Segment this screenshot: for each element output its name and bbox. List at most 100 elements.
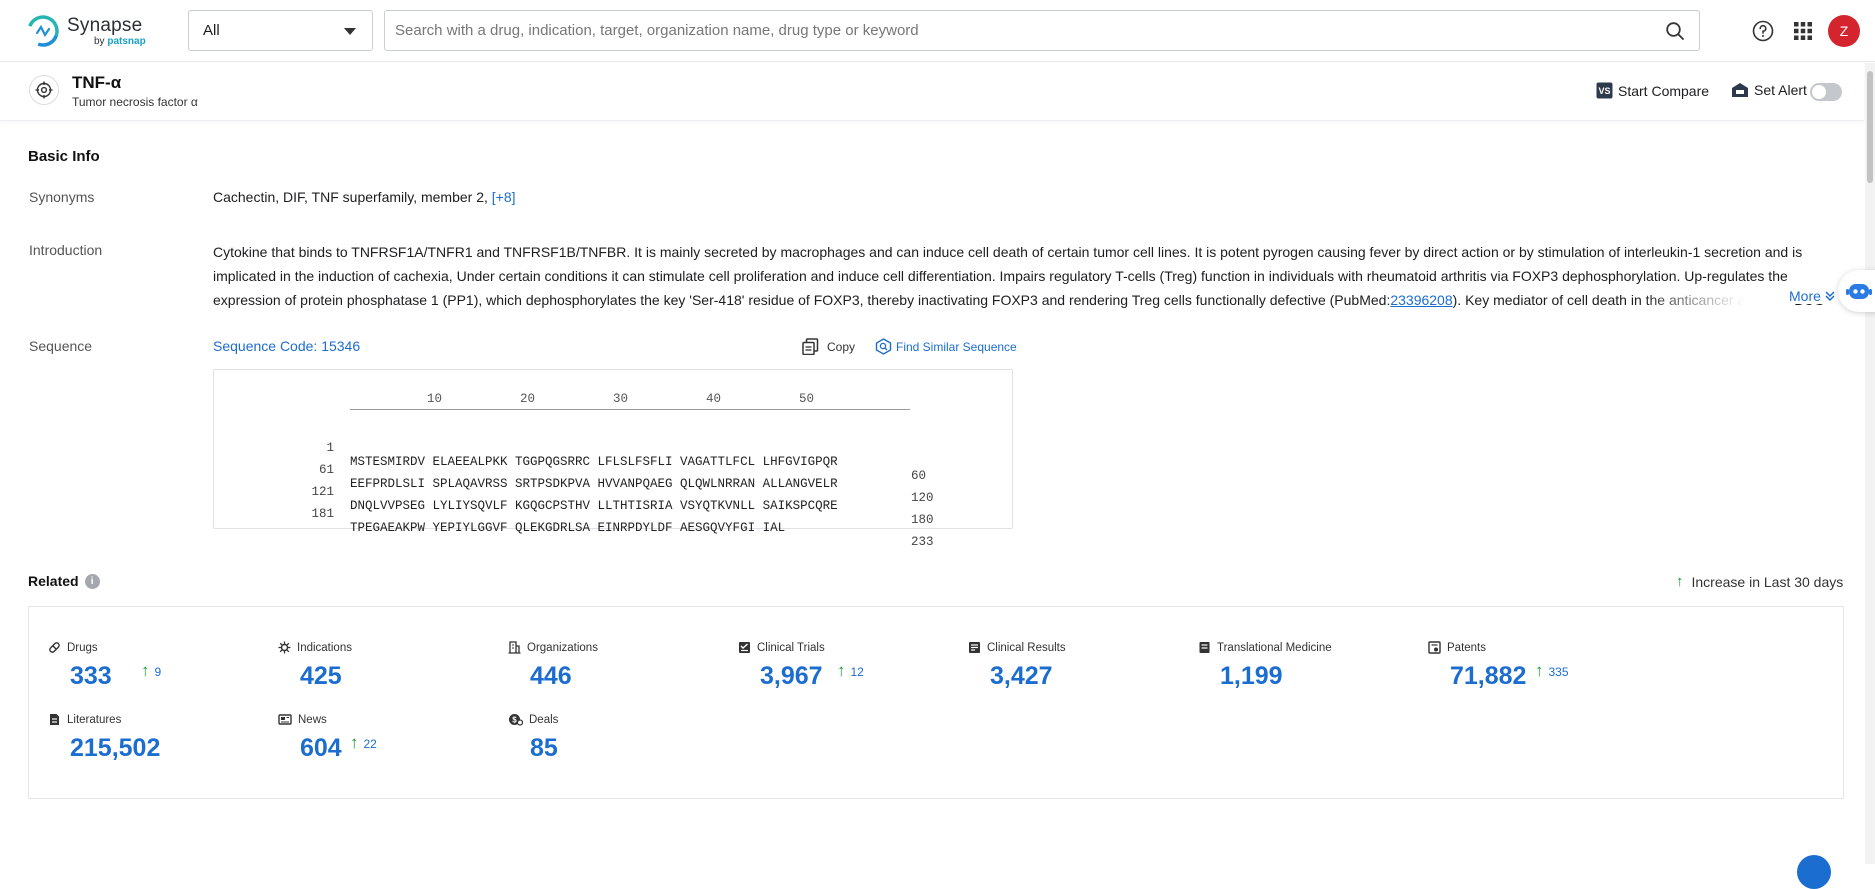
similar-sequence-icon (875, 338, 892, 355)
virus-icon (278, 641, 291, 654)
stat-literatures[interactable]: Literatures 215,502 (48, 713, 268, 773)
arrow-up-icon: ↑ (350, 733, 359, 752)
stat-drugs[interactable]: Drugs 333 ↑9 (48, 641, 268, 701)
robot-icon (1846, 280, 1872, 302)
stat-increase-value: 9 (155, 665, 162, 679)
copy-label: Copy (827, 340, 855, 354)
search-scope-value: All (203, 22, 220, 39)
ruler-tick: 20 (520, 392, 535, 406)
sequence-label: Sequence (29, 338, 92, 354)
find-similar-sequence-button[interactable]: Find Similar Sequence (875, 338, 1017, 355)
search-scope-select[interactable]: All (188, 10, 373, 51)
copy-sequence-button[interactable]: Copy (802, 338, 855, 355)
entity-header: TNF-α Tumor necrosis factor α VS Start C… (0, 63, 1864, 121)
related-title-text: Related (28, 573, 79, 589)
sequence-row: 1 MSTESMIRDV ELAEEALPKK TGGPQGSRRC LFLSL… (214, 427, 244, 447)
news-icon (278, 713, 292, 726)
help-icon[interactable] (1752, 20, 1774, 42)
stat-increase: ↑ 22 (350, 733, 377, 753)
arrow-up-icon: ↑ (141, 661, 150, 680)
stat-deals[interactable]: $Deals 85 (508, 713, 728, 773)
svg-text:VS: VS (1598, 86, 1610, 96)
basic-info-title: Basic Info (28, 148, 100, 165)
ruler-tick: 10 (427, 392, 442, 406)
stat-translational-medicine[interactable]: Translational Medicine 1,199 (1198, 641, 1418, 701)
sequence-residues: DNQLVVPSEG LYLIYSQVLF KGQGCPSTHV LLTHTIS… (350, 499, 838, 513)
stat-value: 425 (300, 662, 342, 691)
ruler-tick: 50 (799, 392, 814, 406)
stat-patents[interactable]: Patents 71,882 ↑335 (1428, 641, 1648, 701)
book-icon (1198, 641, 1211, 654)
sequence-end: 233 (911, 535, 934, 549)
stat-value: 1,199 (1220, 662, 1283, 691)
related-stats-panel: Drugs 333 ↑9 Indications 425 Organizatio… (28, 606, 1844, 799)
brand-patsnap: patsnap (107, 36, 145, 47)
find-similar-label: Find Similar Sequence (896, 340, 1017, 354)
brand-by-text: by (94, 36, 105, 47)
set-alert-button[interactable]: Set Alert (1731, 82, 1807, 98)
building-icon (508, 641, 521, 654)
apps-grid-icon[interactable] (1793, 21, 1813, 41)
stat-increase-value: 22 (364, 737, 377, 751)
start-compare-button[interactable]: VS Start Compare (1596, 82, 1709, 99)
copy-icon (802, 338, 819, 355)
pubmed-link[interactable]: 23396208 (1390, 292, 1452, 308)
synonyms-label: Synonyms (29, 189, 94, 205)
stat-clinical-trials[interactable]: Clinical Trials 3,967 ↑12 (738, 641, 958, 701)
related-title: Related i (28, 573, 100, 589)
entity-title: TNF-α (72, 73, 121, 93)
floating-action-button[interactable] (1797, 855, 1831, 889)
top-navigation-bar: Synapse by patsnap All Z (0, 0, 1875, 62)
stat-label: Patents (1447, 642, 1486, 654)
stat-increase: ↑12 (837, 661, 864, 681)
synapse-logo[interactable]: Synapse by patsnap (26, 14, 146, 48)
stat-increase: ↑9 (141, 661, 161, 681)
synonyms-more-link[interactable]: [+8] (492, 189, 516, 205)
sequence-code-link[interactable]: Sequence Code: 15346 (213, 338, 360, 354)
sequence-residues: EEFPRDLSLI SPLAQAVRSS SRTPSDKPVA HVVANPQ… (350, 477, 838, 491)
stat-increase: ↑335 (1535, 661, 1569, 681)
vertical-scrollbar[interactable] (1865, 63, 1875, 864)
search-icon[interactable] (1665, 21, 1685, 41)
sequence-viewer: 10 20 30 40 50 1 MSTESMIRDV ELAEEALPKK T… (213, 369, 1013, 529)
stat-label: Clinical Trials (757, 642, 825, 654)
search-input[interactable] (385, 11, 1625, 50)
stat-value: 3,967 (760, 662, 823, 691)
arrow-up-icon: ↑ (837, 661, 846, 680)
chevron-double-down-icon (1824, 290, 1836, 302)
alert-toggle[interactable] (1810, 83, 1842, 101)
info-icon[interactable]: i (85, 574, 100, 589)
introduction-text: Cytokine that binds to TNFRSF1A/TNFR1 an… (213, 240, 1838, 312)
sequence-row: 121 DNQLVVPSEG LYLIYSQVLF KGQGCPSTHV LLT… (214, 471, 244, 491)
arrow-up-icon: ↑ (1676, 573, 1684, 590)
user-avatar[interactable]: Z (1828, 15, 1860, 47)
target-icon (29, 75, 59, 105)
deal-icon: $ (508, 713, 523, 726)
stat-value: 215,502 (70, 734, 160, 763)
scrollbar-thumb[interactable] (1867, 71, 1873, 183)
svg-text:$: $ (512, 716, 517, 725)
intro-fade (1640, 288, 1790, 312)
stat-value: 85 (530, 734, 558, 763)
sequence-row: 61 EEFPRDLSLI SPLAQAVRSS SRTPSDKPVA HVVA… (214, 449, 244, 469)
stat-news[interactable]: News 604 ↑22 (278, 713, 498, 773)
increase-legend: ↑ Increase in Last 30 days (1676, 573, 1843, 590)
stat-indications[interactable]: Indications 425 (278, 641, 498, 701)
sequence-end: 180 (911, 513, 934, 527)
compare-icon: VS (1596, 82, 1613, 99)
stat-value: 71,882 (1450, 662, 1526, 691)
ai-assistant-button[interactable] (1838, 270, 1875, 312)
stat-clinical-results[interactable]: Clinical Results 3,427 (968, 641, 1188, 701)
legend-text: Increase in Last 30 days (1692, 574, 1844, 590)
set-alert-label: Set Alert (1754, 82, 1807, 98)
stat-increase-value: 335 (1549, 665, 1569, 679)
search-box (384, 10, 1700, 51)
stat-label: Clinical Results (987, 642, 1066, 654)
ruler-tick: 40 (706, 392, 721, 406)
stat-label: Indications (297, 642, 352, 654)
intro-more-button[interactable]: More (1789, 288, 1836, 304)
sequence-end: 60 (911, 469, 926, 483)
more-label: More (1789, 288, 1821, 304)
chevron-down-icon (344, 28, 356, 35)
stat-organizations[interactable]: Organizations 446 (508, 641, 728, 701)
